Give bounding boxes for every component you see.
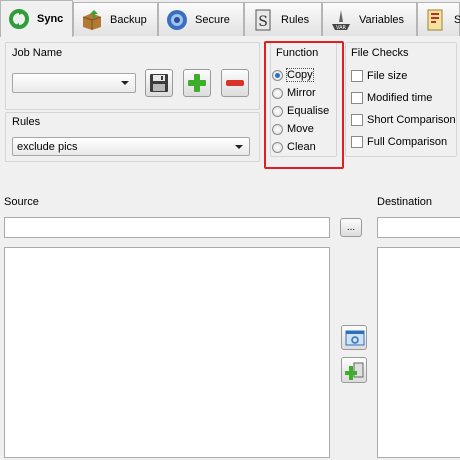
function-option-copy[interactable]: Copy — [272, 66, 336, 84]
tab-scripts[interactable]: S — [417, 2, 460, 36]
green-plus-icon — [187, 73, 207, 96]
function-option-clean[interactable]: Clean — [272, 138, 336, 156]
check-modified-time[interactable]: Modified time — [351, 87, 457, 109]
function-options: Copy Mirror Equalise Move Clean — [272, 66, 336, 156]
radio-icon — [272, 123, 283, 135]
tab-bar: Sync Backup Secure S Rules VAR Variables… — [0, 0, 460, 37]
radio-selected-icon — [272, 69, 283, 81]
chevron-down-icon — [121, 81, 129, 85]
function-option-mirror[interactable]: Mirror — [272, 84, 336, 102]
secure-shield-icon — [165, 8, 189, 32]
function-option-move[interactable]: Move — [272, 120, 336, 138]
radio-icon — [272, 141, 283, 153]
add-destination-icon — [345, 361, 365, 384]
job-name-combo[interactable] — [12, 73, 136, 93]
script-icon — [424, 8, 448, 32]
file-checks-title: File Checks — [351, 47, 409, 59]
chevron-down-icon — [235, 145, 243, 149]
function-option-equalise[interactable]: Equalise — [272, 102, 336, 120]
destination-label: Destination — [377, 196, 433, 208]
tab-sync[interactable]: Sync — [0, 0, 73, 37]
destination-list[interactable] — [377, 247, 460, 458]
destination-path-input[interactable] — [377, 217, 460, 238]
add-destination-button[interactable] — [341, 357, 367, 383]
source-label: Source — [4, 196, 39, 208]
tab-label: Secure — [195, 13, 230, 26]
check-full-comparison[interactable]: Full Comparison — [351, 131, 457, 153]
tab-label: Backup — [110, 13, 147, 26]
floppy-save-icon — [149, 73, 169, 96]
function-title: Function — [276, 47, 319, 59]
radio-icon — [272, 87, 283, 99]
check-file-size[interactable]: File size — [351, 65, 457, 87]
radio-icon — [272, 105, 283, 117]
variables-icon: VAR — [329, 8, 353, 32]
tab-secure[interactable]: Secure — [158, 2, 244, 36]
rules-value: exclude pics — [17, 140, 78, 153]
backup-box-icon — [80, 8, 104, 32]
rules-icon: S — [251, 8, 275, 32]
check-short-comparison[interactable]: Short Comparison — [351, 109, 457, 131]
source-path-input[interactable] — [4, 217, 330, 238]
preview-button[interactable] — [341, 325, 367, 350]
checkbox-icon — [351, 114, 363, 126]
red-minus-icon — [225, 73, 245, 96]
source-list[interactable] — [4, 247, 330, 458]
source-browse-button[interactable]: ... — [340, 218, 362, 237]
tab-backup[interactable]: Backup — [73, 2, 158, 36]
sync-icon — [7, 7, 31, 31]
checkbox-icon — [351, 136, 363, 148]
save-job-button[interactable] — [145, 69, 173, 97]
preview-window-icon — [345, 329, 365, 350]
svg-text:VAR: VAR — [336, 25, 347, 31]
rules-title: Rules — [12, 116, 41, 128]
file-checks-options: File size Modified time Short Comparison… — [351, 65, 457, 153]
tab-label: Variables — [359, 13, 405, 26]
tab-label: Rules — [281, 13, 310, 26]
tab-variables[interactable]: VAR Variables — [322, 2, 417, 36]
tab-label: Sync — [37, 13, 64, 25]
remove-job-button[interactable] — [221, 69, 249, 97]
add-job-button[interactable] — [183, 69, 211, 97]
rules-combo[interactable]: exclude pics — [12, 137, 250, 156]
svg-text:S: S — [258, 14, 268, 30]
job-name-title: Job Name — [12, 47, 63, 59]
checkbox-icon — [351, 92, 363, 104]
tab-label: S — [454, 13, 460, 26]
tab-rules[interactable]: S Rules — [244, 2, 322, 36]
checkbox-icon — [351, 70, 363, 82]
